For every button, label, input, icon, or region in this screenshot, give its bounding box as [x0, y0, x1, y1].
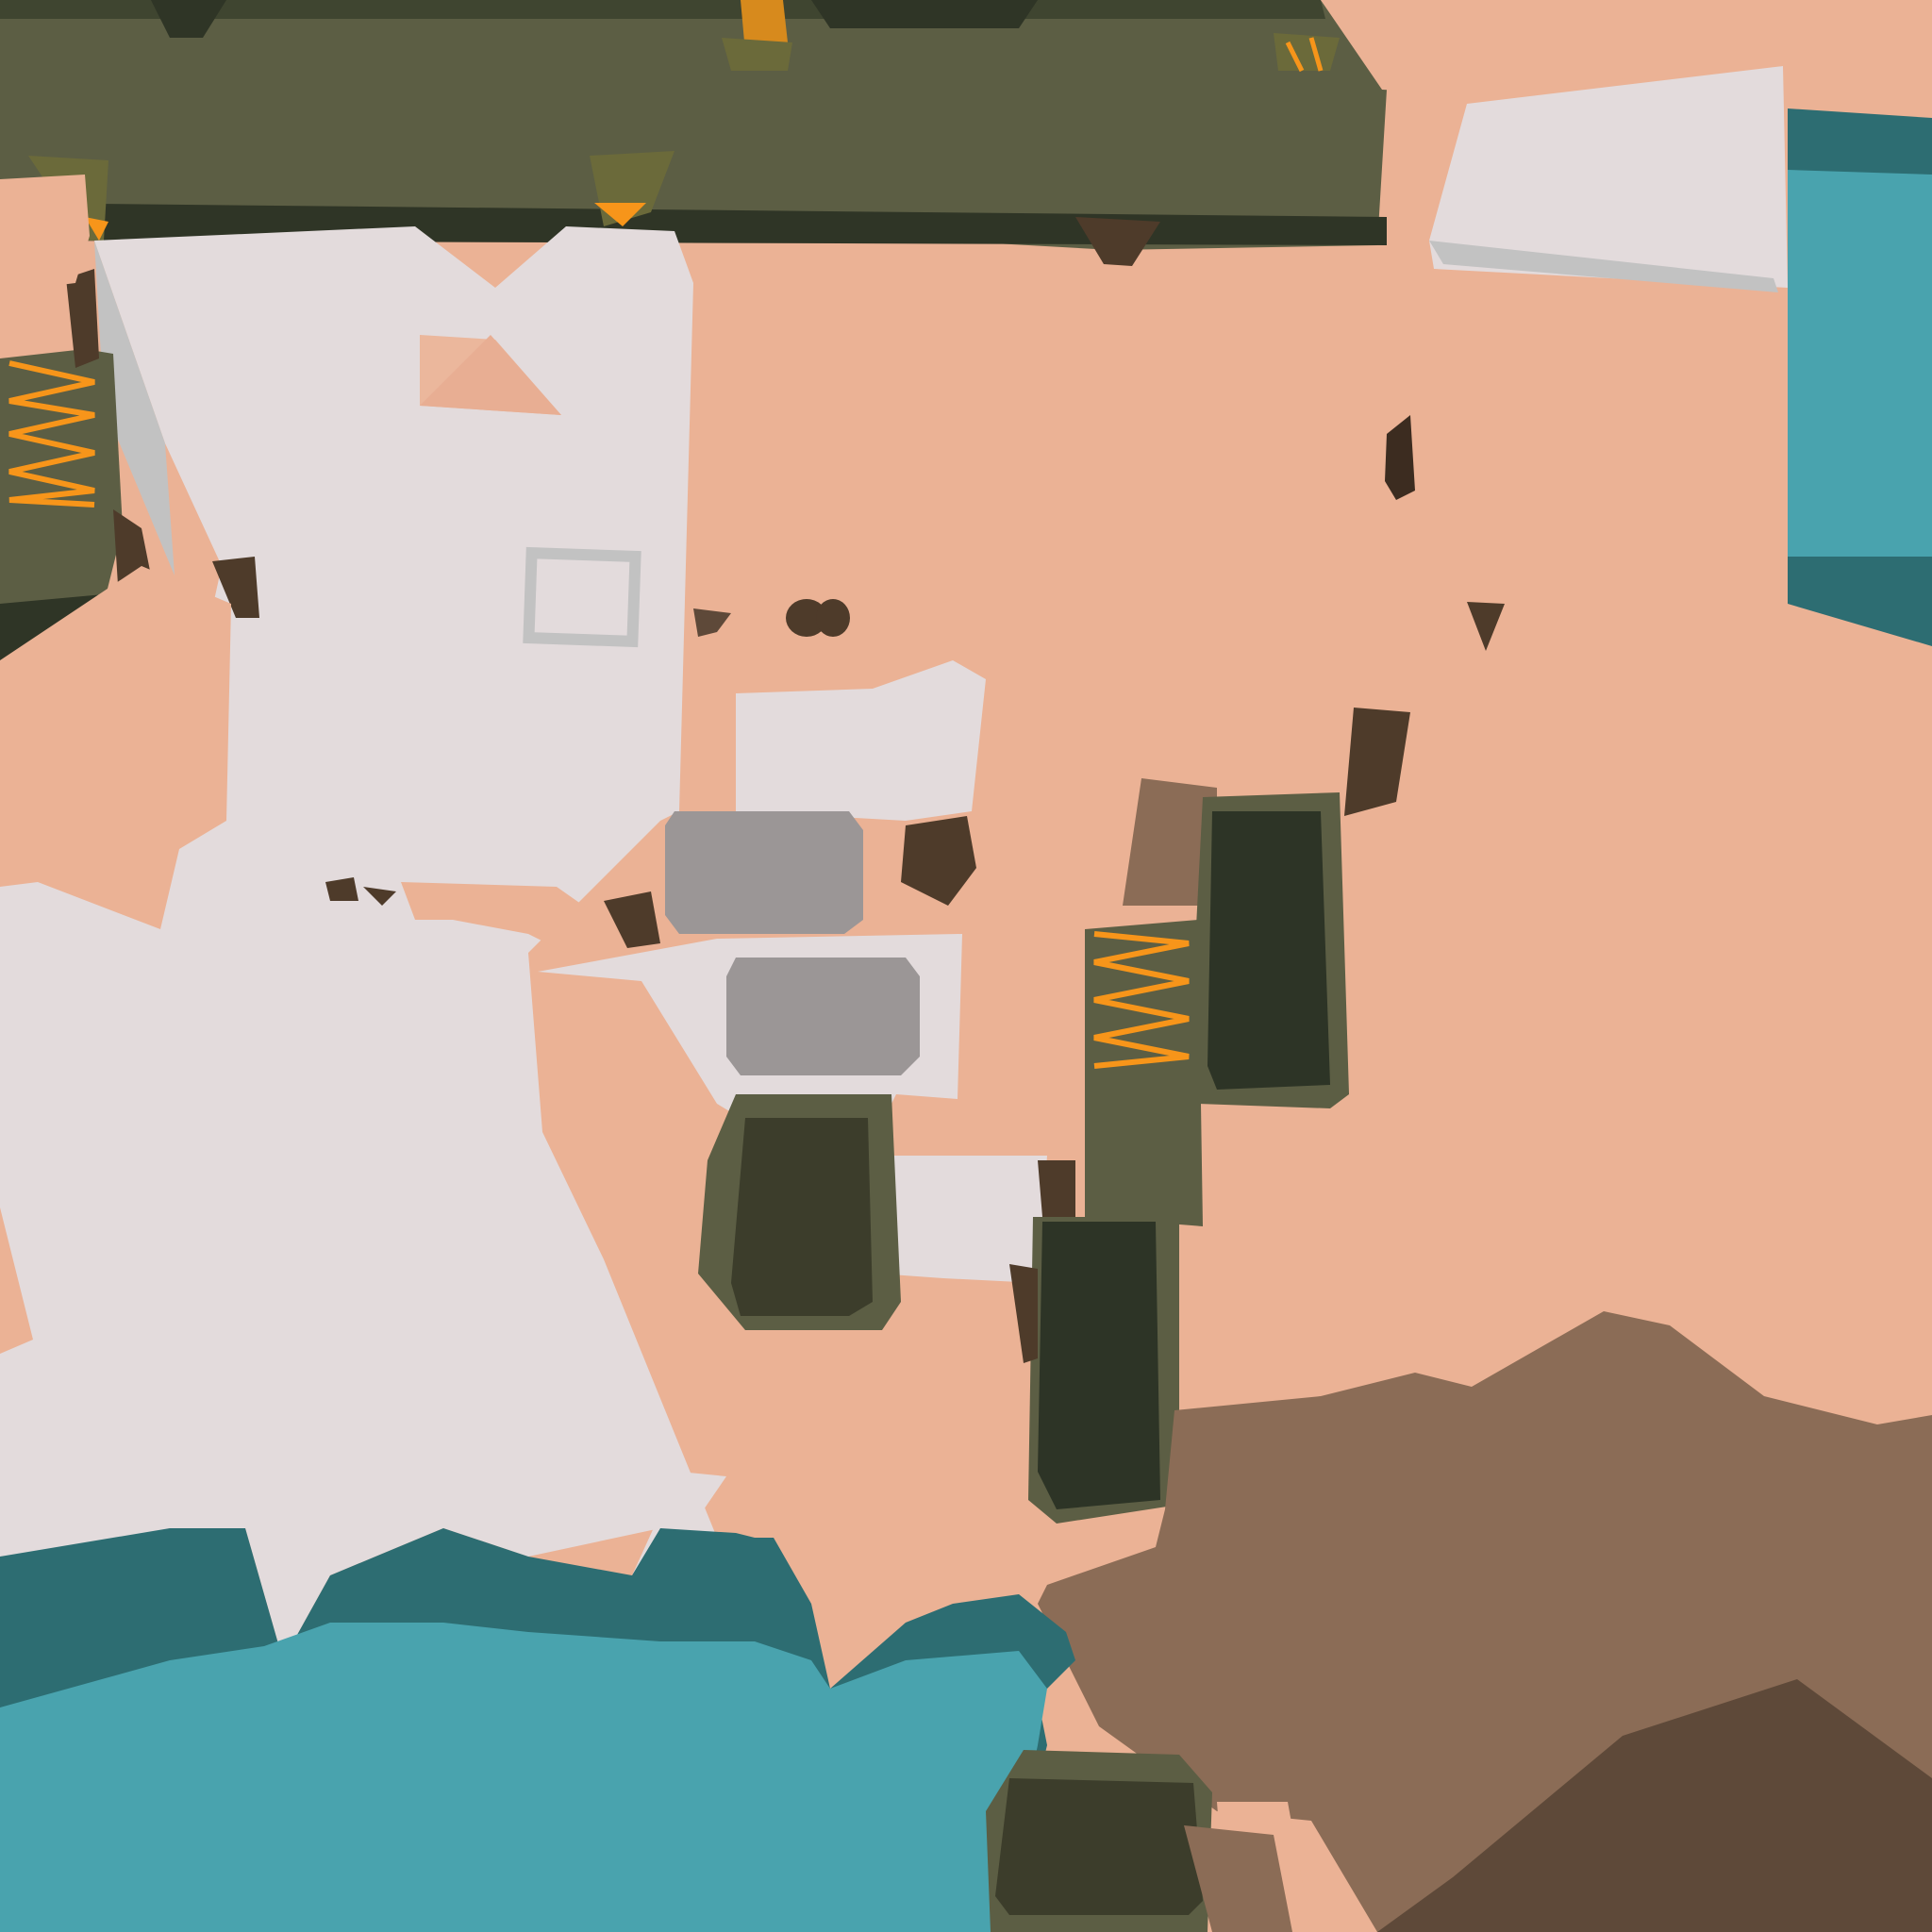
boot-icon-right-tall — [1189, 792, 1349, 1108]
eye-right-2 — [816, 599, 850, 637]
boot-icon-right-shaft — [1085, 920, 1203, 1226]
boot-icon-centre — [698, 1094, 901, 1330]
grass-band-top — [0, 0, 1387, 266]
flower-tuft-3 — [1274, 33, 1340, 73]
boot-icon-bottom — [986, 1750, 1212, 1932]
stone-icon-1 — [665, 811, 863, 934]
stone-icon-2 — [726, 958, 920, 1075]
water-upper-right-light — [1788, 170, 1932, 557]
skin-left-hand — [0, 175, 90, 292]
water-bottom-left-light — [0, 1623, 1047, 1932]
low-poly-scene — [0, 0, 1932, 1932]
